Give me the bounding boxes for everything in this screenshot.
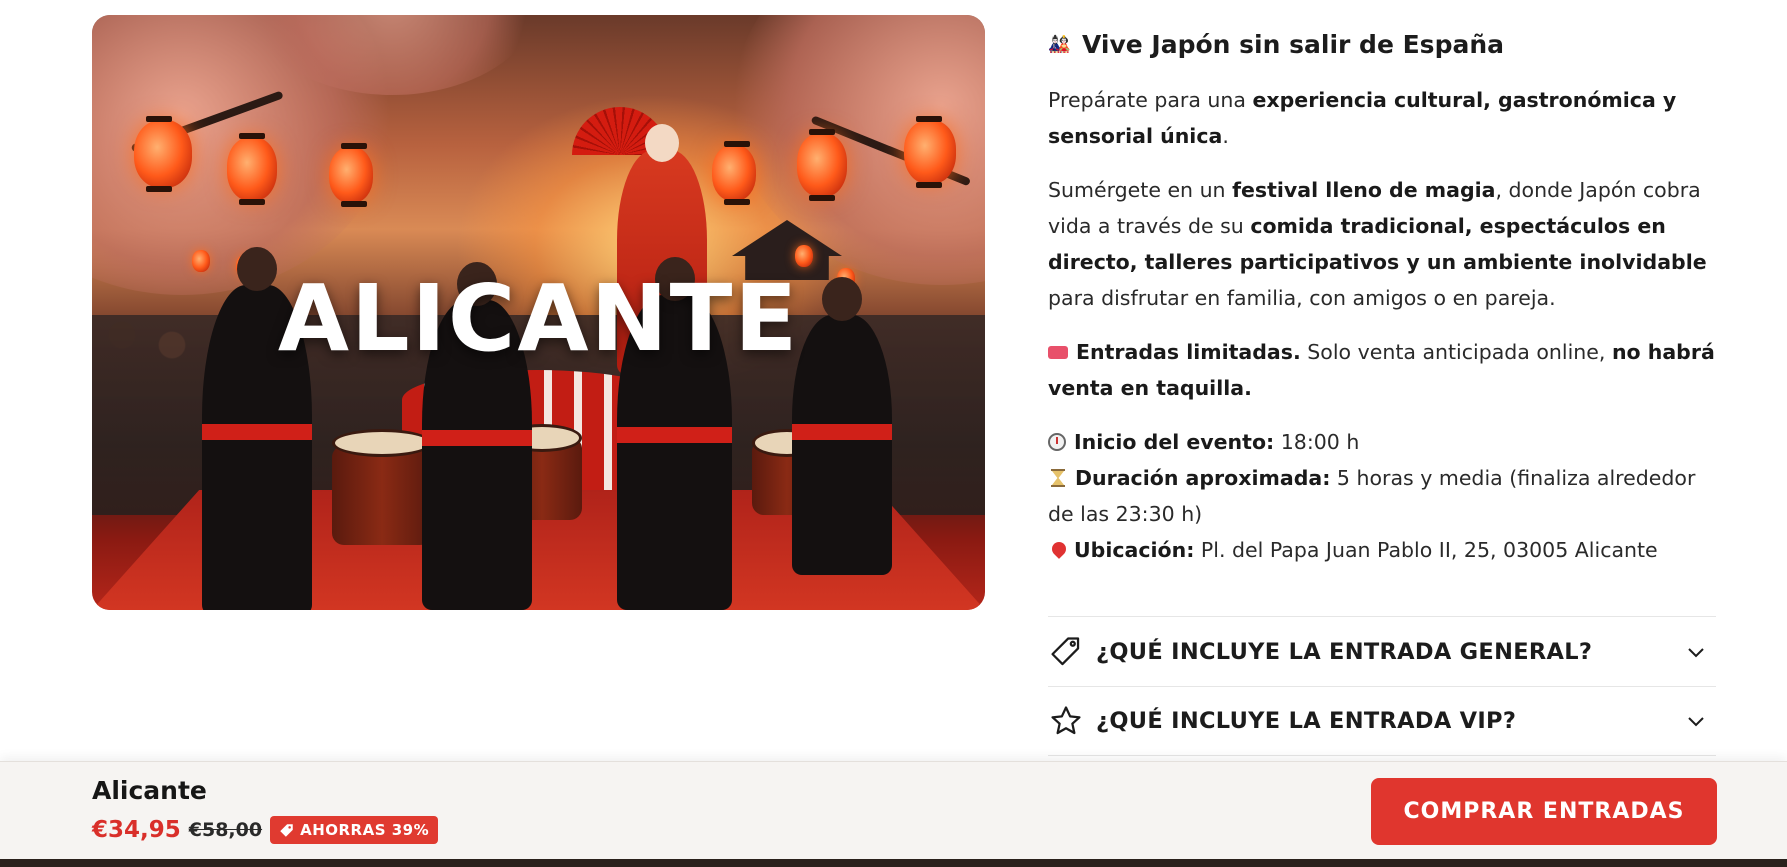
discount-badge-label: AHORRAS 39%	[300, 821, 430, 839]
lantern	[227, 133, 277, 205]
event-hero-image: ALICANTE	[92, 15, 985, 610]
taiko-drum	[332, 429, 432, 545]
info-title: Vive Japón sin salir de España	[1082, 29, 1504, 59]
clock-icon	[1048, 433, 1066, 451]
hero-city-title: ALICANTE	[277, 265, 800, 372]
chevron-down-icon	[1676, 715, 1716, 727]
detail-start: Inicio del evento: 18:00 h	[1048, 424, 1716, 460]
detail-location: Ubicación: Pl. del Papa Juan Pablo II, 2…	[1048, 532, 1716, 568]
japanese-dolls-icon: 🎎	[1048, 33, 1071, 55]
lantern	[904, 116, 956, 188]
tag-icon	[280, 823, 293, 837]
product-name: Alicante	[92, 776, 207, 805]
location-pin-icon	[1049, 539, 1069, 559]
accordion-general-ticket[interactable]: ¿QUÉ INCLUYE LA ENTRADA GENERAL?	[1048, 616, 1716, 686]
buy-tickets-button[interactable]: COMPRAR ENTRADAS	[1371, 778, 1717, 845]
info-heading: 🎎 Vive Japón sin salir de España	[1048, 26, 1716, 62]
accordion-general-label: ¿QUÉ INCLUYE LA ENTRADA GENERAL?	[1096, 638, 1593, 665]
accordion-vip-label: ¿QUÉ INCLUYE LA ENTRADA VIP?	[1096, 708, 1517, 734]
lantern	[712, 141, 756, 205]
current-price: €34,95	[92, 817, 181, 843]
festival-paragraph: Sumérgete en un festival lleno de magia,…	[1048, 178, 1707, 310]
lantern	[797, 129, 847, 201]
accordion-vip-ticket[interactable]: ¿QUÉ INCLUYE LA ENTRADA VIP?	[1048, 686, 1716, 756]
footer-strip	[0, 859, 1787, 867]
sticky-buy-bar: Alicante €34,95 €58,00 AHORRAS 39% COMPR…	[0, 761, 1787, 859]
event-details: Inicio del evento: 18:00 h Duración apro…	[1048, 424, 1716, 568]
chevron-down-icon	[1676, 646, 1716, 658]
star-icon	[1048, 703, 1084, 739]
price-row: €34,95 €58,00 AHORRAS 39%	[92, 816, 439, 844]
discount-badge: AHORRAS 39%	[270, 816, 439, 844]
lantern	[134, 116, 192, 192]
price-tag-icon	[1048, 634, 1084, 670]
hourglass-icon	[1051, 469, 1065, 487]
ticket-icon	[1048, 346, 1068, 359]
detail-duration: Duración aproximada: 5 horas y media (fi…	[1048, 466, 1696, 526]
lantern	[329, 143, 373, 207]
intro-paragraph: Prepárate para una experiencia cultural,…	[1048, 88, 1677, 148]
original-price: €58,00	[188, 819, 263, 841]
event-info: 🎎 Vive Japón sin salir de España Prepára…	[1048, 26, 1716, 568]
tickets-limited-paragraph: Entradas limitadas. Solo venta anticipad…	[1048, 340, 1715, 400]
